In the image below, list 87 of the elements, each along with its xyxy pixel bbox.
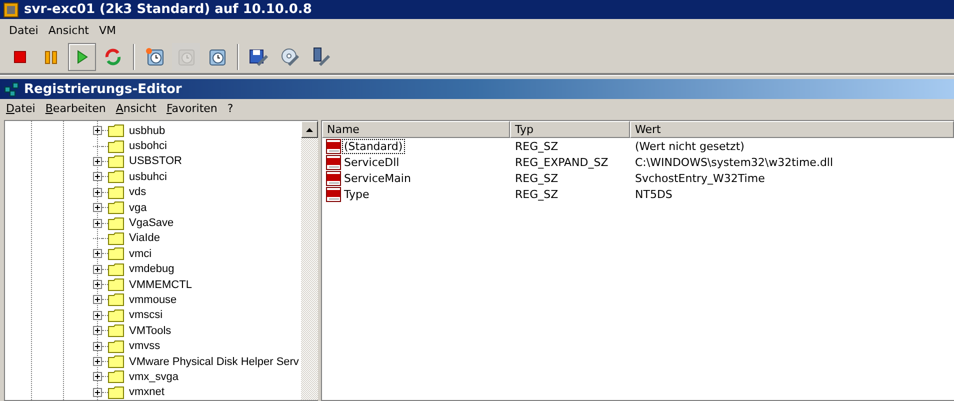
toolbar-button[interactable] [68, 43, 96, 71]
menu-item[interactable]: Ansicht [116, 102, 156, 115]
folder-icon [108, 324, 124, 338]
folder-icon [108, 186, 124, 199]
table-cell-text: REG_SZ [514, 140, 560, 152]
folder-icon [108, 355, 124, 368]
tree-item[interactable]: ViaIde [128, 232, 161, 244]
menu-item[interactable]: ? [227, 102, 234, 115]
folder-icon [108, 124, 124, 138]
folder-icon [108, 340, 124, 353]
table-cell-text: REG_SZ [514, 172, 560, 184]
expand-toggle[interactable] [93, 218, 108, 228]
disc-wrench-icon [280, 47, 300, 67]
app-logo-icon [3, 2, 19, 18]
tree-item[interactable]: vmscsi [128, 309, 164, 322]
play-icon [76, 50, 88, 64]
floppy-wrench-icon [249, 47, 269, 67]
tree-item[interactable]: VMTools [128, 324, 172, 337]
expand-toggle[interactable] [93, 342, 108, 351]
stop-icon [14, 51, 26, 63]
usb-wrench-icon [311, 47, 331, 67]
folder-icon [108, 140, 124, 153]
table-cell-text: SvchostEntry_W32Time [634, 172, 766, 184]
folder-icon [108, 386, 124, 399]
folder-icon [108, 262, 124, 276]
tree-item[interactable]: vga [128, 202, 148, 214]
table-cell-text: REG_SZ [514, 188, 560, 200]
up-arrow-icon [306, 128, 313, 132]
tree-item[interactable]: VMware Physical Disk Helper Serv [128, 356, 300, 368]
tree-item[interactable]: usbohci [128, 140, 168, 152]
folder-icon [108, 370, 124, 384]
column-header[interactable]: Name [322, 121, 510, 138]
table-cell-text: NT5DS [634, 188, 674, 200]
folder-icon [108, 293, 124, 306]
value-name[interactable]: (Standard) [342, 138, 405, 154]
folder-icon [108, 278, 124, 292]
tree-item[interactable]: usbuhci [128, 170, 168, 183]
folder-icon [108, 216, 124, 230]
folder-icon [108, 232, 124, 245]
clock-icon [176, 47, 196, 67]
value-name[interactable]: Type [342, 186, 372, 202]
tree-item[interactable]: vmmouse [128, 294, 178, 306]
string-value-icon [326, 138, 342, 154]
tree-item[interactable]: vmci [128, 248, 153, 260]
folder-icon [108, 308, 124, 322]
folder-icon [108, 201, 124, 214]
menu-item[interactable]: Datei [6, 102, 36, 115]
refresh-icon [104, 48, 122, 66]
column-header[interactable]: Typ [510, 121, 630, 138]
tree-item[interactable]: USBSTOR [128, 155, 183, 168]
tree-item[interactable]: vds [128, 186, 148, 198]
table-cell-text: (Wert nicht gesetzt) [634, 140, 746, 152]
value-name[interactable]: ServiceDll [342, 154, 402, 170]
tree-item[interactable]: vmvss [128, 340, 162, 352]
string-value-icon [326, 170, 342, 186]
tree-item[interactable]: VMMEMCTL [128, 278, 193, 291]
clock-icon [207, 47, 227, 67]
expand-toggle[interactable] [93, 264, 108, 274]
tree-item[interactable]: vmxnet [128, 386, 166, 398]
tree-item[interactable]: VgaSave [128, 217, 175, 230]
string-value-icon [326, 154, 342, 170]
menu-item[interactable]: VM [96, 22, 119, 38]
expand-toggle[interactable] [93, 388, 108, 397]
folder-icon [108, 154, 124, 168]
expand-toggle[interactable] [93, 188, 108, 197]
table-cell-text: REG_EXPAND_SZ [514, 156, 610, 168]
clock-icon [145, 47, 165, 67]
value-name[interactable]: ServiceMain [342, 170, 413, 186]
expand-toggle[interactable] [93, 310, 108, 320]
menu-item[interactable]: Datei [6, 22, 42, 38]
expand-toggle[interactable] [93, 156, 108, 166]
pause-icon [45, 50, 57, 64]
scroll-up-button[interactable] [301, 121, 318, 138]
menu-item[interactable]: Bearbeiten [45, 102, 106, 115]
string-value-icon [326, 186, 342, 202]
window-title: Registrierungs-Editor [24, 82, 182, 96]
registry-cubes-icon [4, 81, 20, 97]
tree-item[interactable]: vmx_svga [128, 370, 180, 383]
tree-item[interactable]: vmdebug [128, 263, 176, 276]
tree-item[interactable]: usbhub [128, 124, 166, 137]
window-title: svr-exc01 (2k3 Standard) auf 10.10.0.8 [24, 2, 312, 17]
folder-icon [108, 170, 124, 184]
table-cell-text: C:\WINDOWS\system32\w32time.dll [634, 156, 834, 168]
column-header[interactable]: Wert [630, 121, 954, 138]
menu-item[interactable]: Ansicht [45, 22, 92, 38]
folder-icon [108, 247, 124, 260]
menu-item[interactable]: Favoriten [166, 102, 218, 115]
